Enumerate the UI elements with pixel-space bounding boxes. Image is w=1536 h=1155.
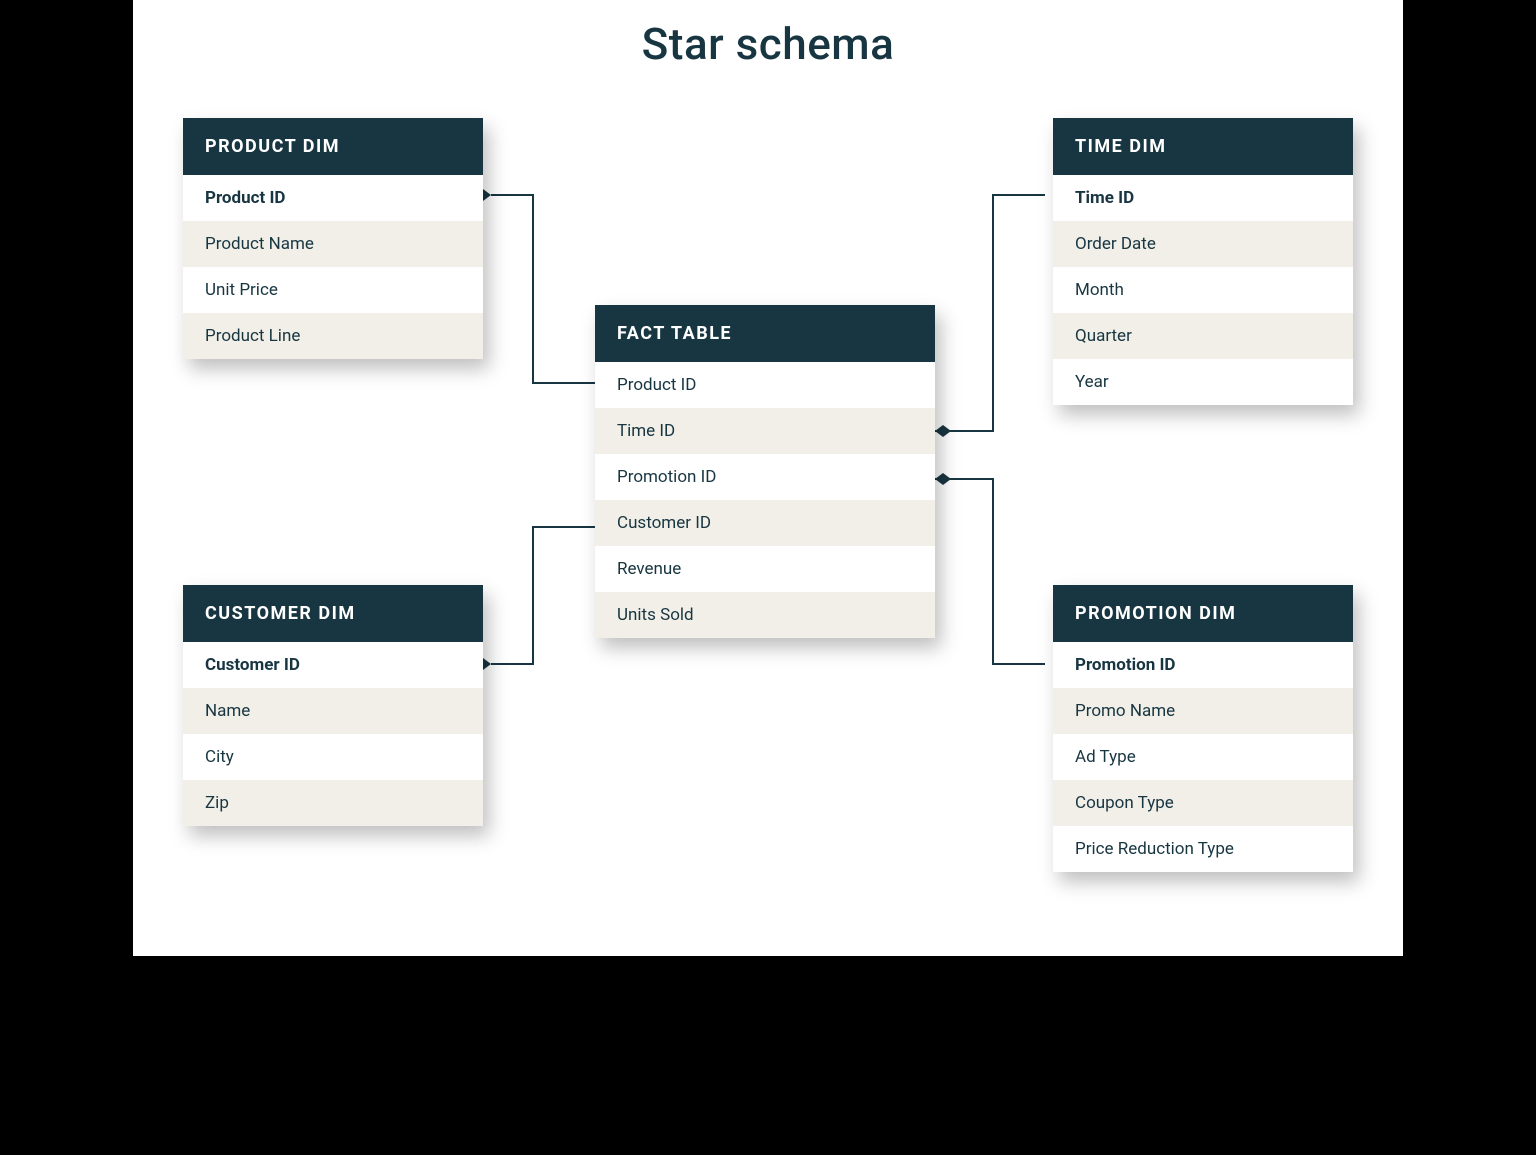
table-row: Month [1053, 267, 1353, 313]
table-row: Price Reduction Type [1053, 826, 1353, 872]
table-fact: FACT TABLE Product ID Time ID Promotion … [595, 305, 935, 638]
table-row: Quarter [1053, 313, 1353, 359]
table-row: Promo Name [1053, 688, 1353, 734]
table-product-dim: PRODUCT DIM Product ID Product Name Unit… [183, 118, 483, 359]
table-row: Product ID [183, 175, 483, 221]
table-row: Name [183, 688, 483, 734]
table-row: Product ID [595, 362, 935, 408]
table-header: TIME DIM [1053, 118, 1353, 175]
table-row: Units Sold [595, 592, 935, 638]
table-row: Time ID [1053, 175, 1353, 221]
table-row: Unit Price [183, 267, 483, 313]
table-row: Order Date [1053, 221, 1353, 267]
table-customer-dim: CUSTOMER DIM Customer ID Name City Zip [183, 585, 483, 826]
table-row: Time ID [595, 408, 935, 454]
table-row: Customer ID [595, 500, 935, 546]
table-time-dim: TIME DIM Time ID Order Date Month Quarte… [1053, 118, 1353, 405]
table-row: Customer ID [183, 642, 483, 688]
table-row: City [183, 734, 483, 780]
table-row: Coupon Type [1053, 780, 1353, 826]
table-row: Year [1053, 359, 1353, 405]
table-row: Product Line [183, 313, 483, 359]
table-row: Promotion ID [595, 454, 935, 500]
table-row: Zip [183, 780, 483, 826]
table-row: Promotion ID [1053, 642, 1353, 688]
table-row: Revenue [595, 546, 935, 592]
table-header: PROMOTION DIM [1053, 585, 1353, 642]
table-row: Product Name [183, 221, 483, 267]
diagram-canvas: Star schema PRODUCT DIM Product ID Produ… [133, 0, 1403, 956]
diagram-title: Star schema [133, 18, 1403, 70]
table-header: CUSTOMER DIM [183, 585, 483, 642]
table-promotion-dim: PROMOTION DIM Promotion ID Promo Name Ad… [1053, 585, 1353, 872]
table-header: FACT TABLE [595, 305, 935, 362]
table-header: PRODUCT DIM [183, 118, 483, 175]
table-row: Ad Type [1053, 734, 1353, 780]
